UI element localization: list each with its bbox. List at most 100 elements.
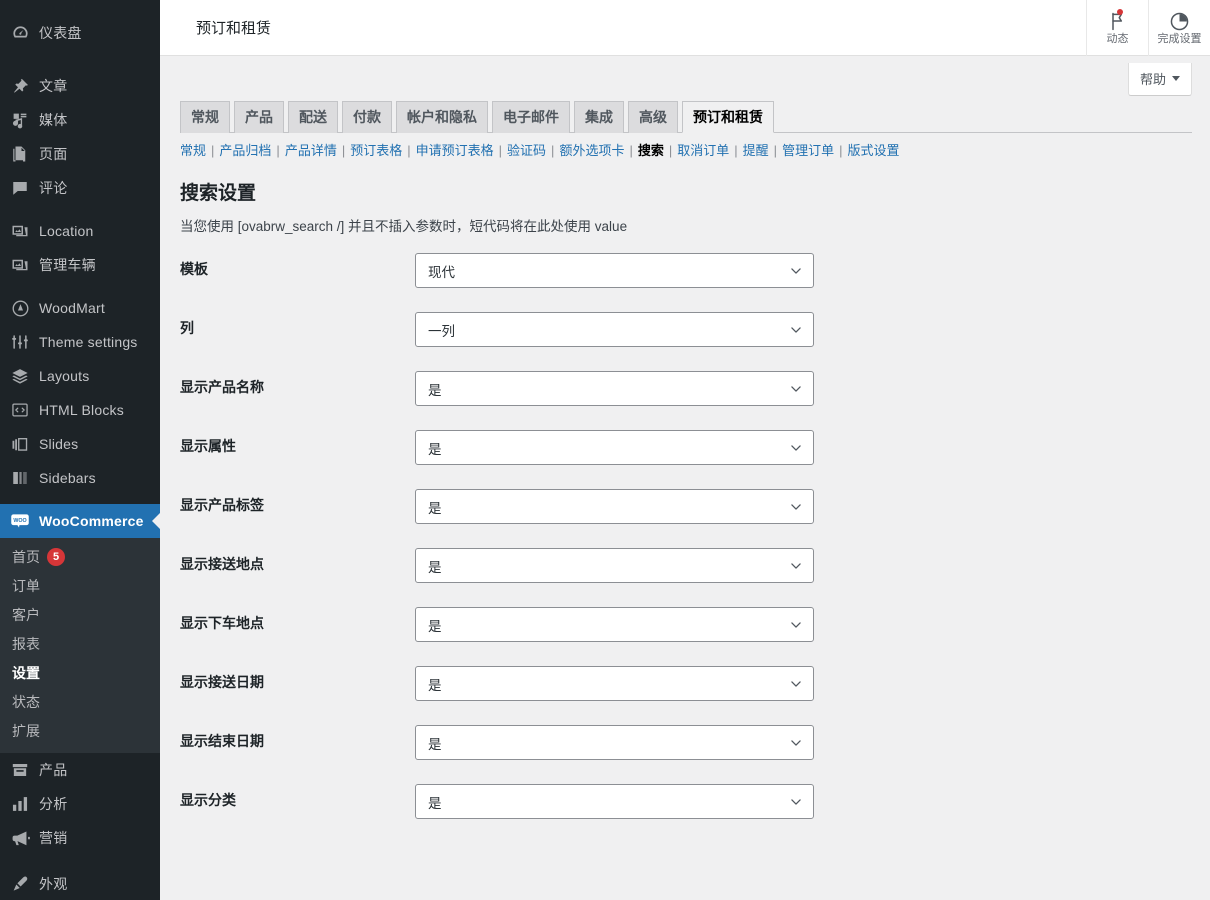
form-row: 列 一列 <box>180 312 975 347</box>
woo-submenu-item-3[interactable]: 报表 <box>0 629 160 658</box>
sliders-icon <box>10 332 30 352</box>
sub-nav-link-1[interactable]: 产品归档 <box>219 142 271 160</box>
sidebar-item--[interactable]: 分析 <box>0 787 160 821</box>
show-dropoff-location-select[interactable]: 是 <box>415 607 814 642</box>
sub-nav-link-9[interactable]: 提醒 <box>743 142 769 160</box>
activity-panel-inbox[interactable]: 动态 <box>1086 0 1148 56</box>
sidebar-item-label: Sidebars <box>39 470 96 486</box>
sub-navigation: 常规 | 产品归档 | 产品详情 | 预订表格 | 申请预订表格 | 验证码 | 额外选项卡 | 搜索 | 取消… <box>160 133 1210 160</box>
form-row: 显示产品标签 是 <box>180 489 975 524</box>
form-row: 显示结束日期 是 <box>180 725 975 760</box>
field-label: 显示接送地点 <box>180 556 264 572</box>
sub-nav-link-2[interactable]: 产品详情 <box>285 142 337 160</box>
select-wrapper: 是 <box>415 725 814 760</box>
tab-6[interactable]: 集成 <box>574 101 624 133</box>
sub-nav-link-4[interactable]: 申请预订表格 <box>416 142 494 160</box>
woo-submenu-label: 首页 <box>12 548 40 565</box>
select-value: 现代 <box>428 264 455 280</box>
sidebar-item-woodmart[interactable]: WoodMart <box>0 291 160 325</box>
sidebar-item-sidebars[interactable]: Sidebars <box>0 461 160 495</box>
show-category-select[interactable]: 是 <box>415 784 814 819</box>
sidebar-item--[interactable]: 管理车辆 <box>0 248 160 282</box>
sidebar-item-html-blocks[interactable]: HTML Blocks <box>0 393 160 427</box>
field-label: 显示属性 <box>180 438 236 454</box>
activity-panel-setup[interactable]: 完成设置 <box>1148 0 1210 56</box>
help-button-label: 帮助 <box>1139 72 1166 87</box>
tab-7[interactable]: 高级 <box>628 101 678 133</box>
woo-submenu-label: 报表 <box>12 635 40 652</box>
megaphone-icon <box>10 828 30 848</box>
sub-nav-divider: | <box>498 143 503 158</box>
sub-nav-divider: | <box>734 143 738 158</box>
layers-icon <box>10 366 30 386</box>
sidebar-item--[interactable]: 仪表盘 <box>0 6 160 60</box>
sidebar-item-label: 文章 <box>39 78 68 94</box>
woodmart-icon <box>10 298 30 318</box>
sidebar-item--[interactable]: 产品 <box>0 753 160 787</box>
show-product-name-select[interactable]: 是 <box>415 371 814 406</box>
sidebar-item--[interactable]: 营销 <box>0 821 160 855</box>
sidebar-item-label: 媒体 <box>39 112 68 128</box>
select-wrapper: 是 <box>415 430 814 465</box>
sidebar-item--[interactable]: 外观 <box>0 867 160 900</box>
sub-nav-divider: | <box>276 143 280 158</box>
sub-nav-divider: | <box>629 143 633 158</box>
help-button[interactable]: 帮助 <box>1127 63 1192 96</box>
field-label: 列 <box>180 320 194 336</box>
select-value: 是 <box>428 441 442 457</box>
show-pickup-location-select[interactable]: 是 <box>415 548 814 583</box>
sub-nav-link-5[interactable]: 验证码 <box>507 142 546 160</box>
columns-select[interactable]: 一列 <box>415 312 814 347</box>
sidebar-item--[interactable]: 页面 <box>0 137 160 171</box>
image-icon <box>10 255 30 275</box>
woo-submenu-item-0[interactable]: 首页 5 <box>0 542 160 571</box>
sidebar-item-label: 页面 <box>39 146 68 162</box>
settings-tabs-wrap: 常规 产品 配送 付款 帐户和隐私 电子邮件 集成 高级 预订和租赁 <box>160 100 1210 133</box>
sub-nav-divider: | <box>773 143 778 158</box>
show-pickup-date-select[interactable]: 是 <box>415 666 814 701</box>
woo-submenu-item-5[interactable]: 状态 <box>0 687 160 716</box>
main-content: 预订和租赁 动态 完成设置 帮助 常规 产品 配送 付款 帐户和隐私 电子邮件 … <box>160 0 1210 900</box>
show-product-tags-select[interactable]: 是 <box>415 489 814 524</box>
sub-nav-link-10[interactable]: 管理订单 <box>782 142 834 160</box>
sidebar-item-slides[interactable]: Slides <box>0 427 160 461</box>
sub-nav-link-3[interactable]: 预订表格 <box>350 142 402 160</box>
sub-nav-link-11[interactable]: 版式设置 <box>847 142 899 160</box>
tab-4[interactable]: 帐户和隐私 <box>396 101 488 133</box>
form-row: 显示属性 是 <box>180 430 975 465</box>
woo-submenu-item-2[interactable]: 客户 <box>0 600 160 629</box>
sidebar-item-theme-settings[interactable]: Theme settings <box>0 325 160 359</box>
tab-3[interactable]: 付款 <box>342 101 392 133</box>
woo-submenu-label: 扩展 <box>12 722 40 739</box>
tab-0[interactable]: 常规 <box>180 101 230 133</box>
woo-submenu-item-6[interactable]: 扩展 <box>0 716 160 745</box>
select-value: 是 <box>428 795 442 811</box>
settings-form-area: 搜索设置 当您使用 [ovabrw_search /] 并且不插入参数时，短代码… <box>160 160 1210 819</box>
form-row: 显示下车地点 是 <box>180 607 975 642</box>
tab-1[interactable]: 产品 <box>234 101 284 133</box>
sidebar-item--[interactable]: 文章 <box>0 69 160 103</box>
sub-nav-divider: | <box>668 143 673 158</box>
tab-2[interactable]: 配送 <box>288 101 338 133</box>
sidebar-item--[interactable]: 评论 <box>0 171 160 205</box>
field-label: 显示分类 <box>180 792 236 808</box>
sidebar-item-layouts[interactable]: Layouts <box>0 359 160 393</box>
woo-submenu-label: 状态 <box>12 693 40 710</box>
sub-nav-link-7[interactable]: 搜索 <box>638 142 664 160</box>
sub-nav-divider: | <box>551 143 555 158</box>
woo-submenu-item-1[interactable]: 订单 <box>0 571 160 600</box>
sidebar-item-woocommerce[interactable]: WOO WooCommerce <box>0 504 160 538</box>
show-attributes-select[interactable]: 是 <box>415 430 814 465</box>
template-select[interactable]: 现代 <box>415 253 814 288</box>
sub-nav-link-0[interactable]: 常规 <box>180 142 206 160</box>
sub-nav-divider: | <box>341 143 346 158</box>
settings-form-table: 模板 现代列一列 显示产品名称是显示属性是显示产品标签是显示接送地点是显示下车地点是… <box>180 253 975 819</box>
sub-nav-link-6[interactable]: 额外选项卡 <box>559 142 624 160</box>
sub-nav-link-8[interactable]: 取消订单 <box>677 142 729 160</box>
sidebar-item--[interactable]: 媒体 <box>0 103 160 137</box>
sidebar-item-location[interactable]: Location <box>0 214 160 248</box>
tab-5[interactable]: 电子邮件 <box>492 101 570 133</box>
show-end-date-select[interactable]: 是 <box>415 725 814 760</box>
tab-8-active[interactable]: 预订和租赁 <box>682 101 774 133</box>
woo-submenu-item-4[interactable]: 设置 <box>0 658 160 687</box>
